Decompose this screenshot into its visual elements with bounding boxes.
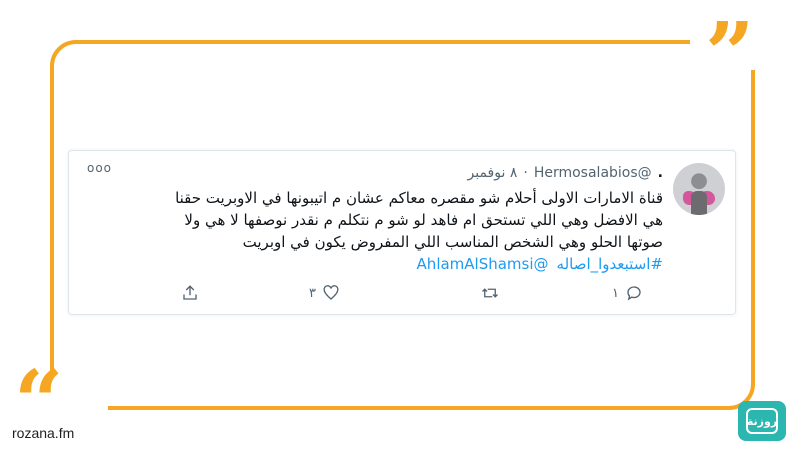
display-name[interactable]: . — [658, 165, 663, 181]
reply-icon — [627, 286, 641, 301]
tweet-header: . @Hermosalabios · ٨ نوفمبر — [468, 165, 663, 181]
handle[interactable]: @Hermosalabios — [534, 165, 652, 181]
like-count: ٣ — [309, 285, 316, 301]
tweet-links: #استبعدوا_اصاله @AhlamAlShamsi — [417, 253, 663, 275]
tweet-line: صوتها الحلو وهي الشخص المناسب اللي المفر… — [242, 233, 663, 251]
more-options-icon[interactable]: ooo — [87, 161, 112, 175]
mention-link[interactable]: @AhlamAlShamsi — [417, 253, 549, 275]
avatar-figure — [691, 191, 707, 215]
retweet-button[interactable] — [481, 284, 499, 302]
hashtag-link[interactable]: #استبعدوا_اصاله — [557, 253, 663, 275]
heart-icon — [323, 285, 339, 300]
tweet-line: هي الافضل وهي اللي تستحق ام فاهد لو شو م… — [184, 211, 663, 229]
logo-text: روزنة — [746, 408, 778, 434]
like-button[interactable]: ٣ — [309, 284, 340, 302]
tweet-card: . @Hermosalabios · ٨ نوفمبر ooo قناة الا… — [68, 150, 736, 315]
tweet-text: قناة الامارات الاولى أحلام شو مقصره معاك… — [103, 187, 663, 253]
share-button[interactable] — [181, 284, 199, 302]
site-name: rozana.fm — [12, 425, 75, 441]
separator: · — [523, 165, 528, 181]
reply-button[interactable]: ١ — [612, 284, 643, 302]
avatar[interactable] — [673, 163, 725, 215]
closing-quote-icon: ” — [705, 4, 755, 105]
tweet-actions: ٣ ١ — [169, 284, 665, 306]
reply-count: ١ — [612, 285, 619, 301]
retweet-icon — [482, 288, 498, 298]
share-icon — [183, 285, 197, 300]
tweet-date[interactable]: ٨ نوفمبر — [468, 165, 518, 181]
rozana-logo: روزنة — [738, 401, 786, 441]
tweet-line: قناة الامارات الاولى أحلام شو مقصره معاك… — [175, 189, 663, 207]
